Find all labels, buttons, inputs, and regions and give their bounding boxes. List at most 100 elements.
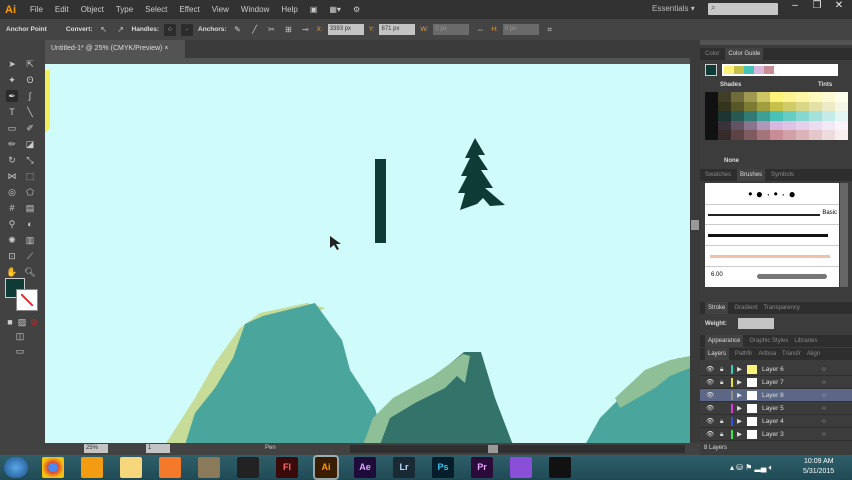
taskbar-chrome-icon[interactable] <box>42 457 64 478</box>
visibility-eye-icon[interactable]: 👁︎ <box>706 363 714 376</box>
color-variation-swatch[interactable] <box>705 111 718 121</box>
color-variation-swatch[interactable] <box>757 111 770 121</box>
lock-icon[interactable]: 🔒︎ <box>720 415 723 428</box>
height-field[interactable]: 0 px <box>502 24 539 35</box>
menu-effect[interactable]: Effect <box>179 5 199 14</box>
tab-transform[interactable]: Transfr <box>782 348 801 360</box>
hide-handles-icon[interactable]: · <box>181 23 193 36</box>
isolate-icon[interactable]: ⌗ <box>544 24 556 36</box>
tab-stroke[interactable]: Stroke <box>705 302 729 314</box>
x-field[interactable]: 3393 px <box>327 24 364 35</box>
convert-smooth-icon[interactable]: ↗ <box>115 24 127 36</box>
color-variation-swatch[interactable] <box>796 111 809 121</box>
color-variation-swatch[interactable] <box>744 101 757 112</box>
horizontal-scroll-thumb[interactable] <box>488 445 498 453</box>
target-circle-icon[interactable]: ○ <box>822 428 826 441</box>
hand-icon[interactable]: ✋ <box>6 266 18 278</box>
start-button[interactable] <box>4 457 28 478</box>
layer-name[interactable]: Layer 3 <box>762 428 784 441</box>
scale-icon[interactable]: ⤡ <box>24 154 36 166</box>
color-variation-swatch[interactable] <box>757 120 770 131</box>
tab-appearance[interactable]: Appearance <box>705 335 744 347</box>
color-variation-swatch[interactable] <box>783 130 796 140</box>
color-variation-swatch[interactable] <box>796 101 809 112</box>
bridge-icon[interactable]: ▣ <box>310 5 318 14</box>
artboard-field[interactable]: 1 <box>146 444 170 453</box>
harmony-swatch[interactable] <box>734 66 744 74</box>
color-variation-swatch[interactable] <box>809 92 822 102</box>
tab-symbols[interactable]: Symbols <box>771 169 794 181</box>
rectangle-tool-icon[interactable]: ▭ <box>6 122 18 134</box>
color-variation-swatch[interactable] <box>757 130 770 140</box>
color-variation-swatch[interactable] <box>809 111 822 121</box>
menu-object[interactable]: Object <box>81 5 104 14</box>
type-tool-icon[interactable]: T <box>6 106 18 118</box>
restore-button[interactable]: ❐ <box>806 0 828 17</box>
color-variation-swatch[interactable] <box>757 92 770 102</box>
curvature-tool-icon[interactable]: ∫ <box>24 90 36 102</box>
menu-select[interactable]: Select <box>145 5 167 14</box>
shape-builder-icon[interactable]: ◎ <box>6 186 18 198</box>
tab-pathfinder[interactable]: Pathfir <box>735 348 752 360</box>
rotate-icon[interactable]: ↻ <box>6 154 18 166</box>
menu-file[interactable]: File <box>30 5 43 14</box>
transform-icon[interactable]: ⊸ <box>300 24 312 36</box>
brush-blob[interactable]: 6.00 <box>705 267 839 287</box>
menu-window[interactable]: Window <box>241 5 269 14</box>
tab-brushes[interactable]: Brushes <box>737 169 766 181</box>
taskbar-gimp-icon[interactable] <box>198 457 220 478</box>
line-tool-icon[interactable]: ╲ <box>24 106 36 118</box>
eyedropper-icon[interactable]: ⚲ <box>6 218 18 230</box>
remove-anchor-icon[interactable]: ✎ <box>232 24 244 36</box>
free-transform-icon[interactable]: ⬚ <box>24 170 36 182</box>
zoom-icon[interactable]: 🔍︎ <box>24 266 36 278</box>
lasso-icon[interactable]: ʘ <box>24 74 36 86</box>
color-variation-swatch[interactable] <box>770 120 783 131</box>
layer-row[interactable]: 👁︎ 🔒︎ ▶ Layer 6 ○ <box>700 363 852 376</box>
color-variation-swatch[interactable] <box>783 120 796 131</box>
eraser-icon[interactable]: ◪ <box>24 138 36 150</box>
menu-type[interactable]: Type <box>116 5 133 14</box>
layer-row[interactable]: 👁︎ 🔒︎ ▶ Layer 4 ○ <box>700 415 852 428</box>
selection-tool-icon[interactable]: ➤ <box>6 58 18 70</box>
gradient-icon[interactable]: ▤ <box>24 202 36 214</box>
lock-icon[interactable]: 🔒︎ <box>720 428 723 441</box>
taskbar-blender-icon[interactable] <box>159 457 181 478</box>
brush-library[interactable]: • ● · • · ● Basic 6.00 <box>705 183 839 287</box>
search-input[interactable]: ⌕ <box>708 3 778 15</box>
color-variation-swatch[interactable] <box>744 92 757 102</box>
none-mode-icon[interactable]: ⊘ <box>28 316 40 328</box>
color-variation-swatch[interactable] <box>770 130 783 140</box>
brush-arrow[interactable] <box>705 246 839 267</box>
visibility-eye-icon[interactable]: 👁︎ <box>706 415 714 428</box>
harmony-swatch[interactable] <box>764 66 774 74</box>
y-field[interactable]: 871 px <box>379 24 416 35</box>
layer-name[interactable]: Layer 4 <box>762 415 784 428</box>
pen-tool-icon[interactable]: ✒ <box>6 90 18 102</box>
color-variations-grid[interactable] <box>705 92 848 140</box>
tab-gradient[interactable]: Gradient <box>734 302 757 314</box>
stroke-swatch-none[interactable] <box>16 289 38 311</box>
constrain-link-icon[interactable]: ⇔ <box>474 24 486 36</box>
symbol-sprayer-icon[interactable]: ✺ <box>6 234 18 246</box>
expand-triangle-icon[interactable]: ▶ <box>737 376 742 389</box>
taskbar-explorer-icon[interactable] <box>120 457 142 478</box>
close-button[interactable]: ✕ <box>828 0 850 17</box>
color-variation-swatch[interactable] <box>718 101 731 112</box>
color-variation-swatch[interactable] <box>822 101 835 112</box>
mesh-icon[interactable]: # <box>6 202 18 214</box>
layer-row[interactable]: 👁︎ 🔒︎ ▶ Layer 7 ○ <box>700 376 852 389</box>
color-variation-swatch[interactable] <box>705 130 718 140</box>
gpu-icon[interactable]: ⚙ <box>353 5 360 14</box>
tab-graphic-styles[interactable]: Graphic Styles <box>749 335 788 347</box>
perspective-icon[interactable]: ⬠ <box>24 186 36 198</box>
arrange-documents-icon[interactable]: ▦▾ <box>329 5 341 14</box>
brushes-scrollbar[interactable] <box>840 183 848 287</box>
color-variation-swatch[interactable] <box>796 130 809 140</box>
tab-align[interactable]: Align <box>807 348 820 360</box>
rectangle-shape[interactable] <box>375 159 386 243</box>
taskbar-bittorrent-icon[interactable] <box>510 457 532 478</box>
color-variation-swatch[interactable] <box>783 111 796 121</box>
harmony-swatch[interactable] <box>724 66 734 74</box>
menu-edit[interactable]: Edit <box>55 5 69 14</box>
